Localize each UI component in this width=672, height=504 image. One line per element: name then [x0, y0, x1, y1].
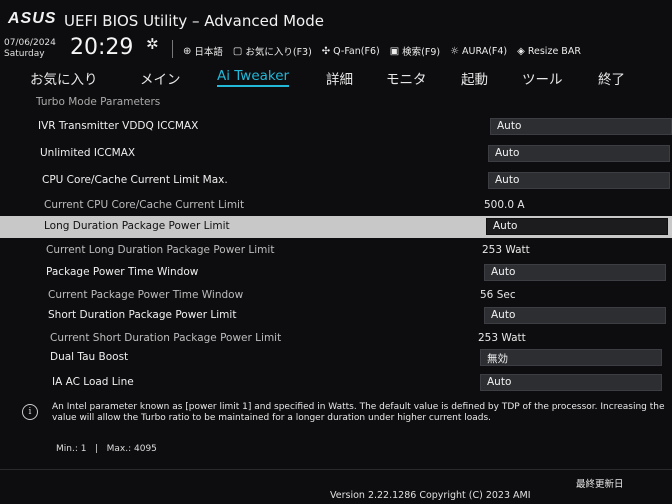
version-text: Version 2.22.1286 Copyright (C) 2023 AMI: [330, 490, 531, 501]
date-text: 07/06/2024: [4, 38, 56, 48]
setting-label: IVR Transmitter VDDQ ICCMAX: [38, 120, 199, 132]
setting-ia-ac-load-line[interactable]: IA AC Load Line Auto: [0, 372, 672, 394]
search-shortcut[interactable]: ▣ 検索(F9): [389, 44, 441, 59]
setting-value: 253 Watt: [478, 332, 526, 344]
setting-value: 500.0 A: [484, 199, 525, 211]
setting-dropdown[interactable]: Auto: [488, 145, 670, 162]
setting-dropdown[interactable]: Auto: [490, 118, 672, 135]
setting-dropdown[interactable]: Auto: [480, 374, 662, 391]
last-modified-button[interactable]: 最終更新日: [576, 476, 624, 490]
tab-tool[interactable]: ツール: [522, 68, 563, 88]
setting-label: IA AC Load Line: [52, 376, 134, 388]
resize-bar-shortcut[interactable]: ◈ Resize BAR: [517, 44, 581, 58]
fan-icon: ✣: [321, 45, 331, 57]
info-icon: i: [22, 404, 38, 420]
globe-icon: ⊕: [183, 45, 192, 57]
page-title: UEFI BIOS Utility – Advanced Mode: [64, 12, 324, 30]
tab-boot[interactable]: 起動: [461, 68, 488, 88]
date-block: 07/06/2024 Saturday: [4, 38, 56, 60]
setting-label: Package Power Time Window: [46, 266, 199, 278]
setting-label: CPU Core/Cache Current Limit Max.: [42, 174, 228, 186]
day-text: Saturday: [4, 49, 45, 59]
gear-icon[interactable]: ✲: [146, 35, 159, 53]
divider: [172, 40, 173, 58]
tab-main[interactable]: メイン: [140, 68, 181, 88]
shortcut-label: Resize BAR: [527, 45, 581, 57]
shortcut-label: お気に入り(F3): [245, 47, 312, 58]
min-max-range: Min.: 1 | Max.: 4095: [56, 444, 157, 454]
setting-value: 56 Sec: [480, 289, 516, 301]
section-header: Turbo Mode Parameters: [36, 96, 161, 108]
search-icon: ▣: [389, 45, 400, 57]
tab-favorites[interactable]: お気に入り: [30, 68, 98, 88]
setting-value: 253 Watt: [482, 244, 530, 256]
setting-label: Current Short Duration Package Power Lim…: [50, 332, 282, 344]
setting-unlimited-iccmax[interactable]: Unlimited ICCMAX Auto: [0, 143, 672, 165]
tab-ai-tweaker[interactable]: Ai Tweaker: [217, 68, 290, 87]
setting-ivr-vddq-iccmax[interactable]: IVR Transmitter VDDQ ICCMAX Auto: [0, 116, 672, 138]
setting-label: Short Duration Package Power Limit: [48, 309, 237, 321]
setting-current-long-duration-power-limit: Current Long Duration Package Power Limi…: [0, 240, 672, 262]
setting-label: Current CPU Core/Cache Current Limit: [44, 199, 245, 211]
shortcut-label: 検索(F9): [402, 47, 441, 58]
shortcut-label: Q-Fan(F6): [333, 45, 380, 57]
setting-dropdown[interactable]: Auto: [486, 218, 668, 235]
setting-cpu-core-cache-limit[interactable]: CPU Core/Cache Current Limit Max. Auto: [0, 170, 672, 192]
setting-label: Current Package Power Time Window: [48, 289, 244, 301]
setting-package-power-time-window[interactable]: Package Power Time Window Auto: [0, 262, 672, 284]
setting-current-package-power-time-window: Current Package Power Time Window 56 Sec: [0, 285, 672, 307]
favorites-icon: ▢: [232, 45, 243, 57]
shortcut-label: 日本語: [194, 47, 223, 58]
aura-icon: ☼: [450, 45, 460, 57]
shortcut-label: AURA(F4): [462, 45, 508, 57]
aura-shortcut[interactable]: ☼ AURA(F4): [450, 44, 507, 58]
resize-bar-icon: ◈: [517, 45, 525, 57]
asus-logo: ASUS: [8, 10, 57, 27]
setting-long-duration-power-limit[interactable]: Long Duration Package Power Limit Auto: [0, 216, 672, 238]
setting-dropdown[interactable]: Auto: [488, 172, 670, 189]
setting-label: Unlimited ICCMAX: [40, 147, 136, 159]
tab-exit[interactable]: 終了: [598, 68, 625, 88]
shortcut-bar: ⊕ 日本語 ▢ お気に入り(F3) ✣ Q-Fan(F6) ▣ 検索(F9) ☼…: [183, 44, 581, 59]
setting-dropdown[interactable]: Auto: [484, 307, 666, 324]
setting-short-duration-power-limit[interactable]: Short Duration Package Power Limit Auto: [0, 305, 672, 327]
tab-advanced[interactable]: 詳細: [326, 68, 353, 88]
settings-panel: Turbo Mode Parameters IVR Transmitter VD…: [0, 94, 672, 402]
tab-bar: お気に入り メイン Ai Tweaker 詳細 モニタ 起動 ツール 終了: [0, 68, 672, 92]
setting-label: Long Duration Package Power Limit: [44, 220, 230, 232]
setting-label: Dual Tau Boost: [50, 351, 129, 363]
clock: 20:29: [70, 35, 134, 60]
tab-monitor[interactable]: モニタ: [386, 68, 427, 88]
qfan-shortcut[interactable]: ✣ Q-Fan(F6): [322, 44, 380, 58]
footer-divider: [0, 469, 672, 470]
setting-current-cpu-core-cache-limit: Current CPU Core/Cache Current Limit 500…: [0, 195, 672, 217]
setting-dropdown[interactable]: 無効: [480, 349, 662, 366]
setting-label: Current Long Duration Package Power Limi…: [46, 244, 275, 256]
favorites-shortcut[interactable]: ▢ お気に入り(F3): [232, 44, 312, 59]
language-shortcut[interactable]: ⊕ 日本語: [183, 44, 223, 59]
help-text: An Intel parameter known as [power limit…: [52, 402, 665, 423]
setting-dropdown[interactable]: Auto: [484, 264, 666, 281]
setting-dual-tau-boost[interactable]: Dual Tau Boost 無効: [0, 347, 672, 369]
